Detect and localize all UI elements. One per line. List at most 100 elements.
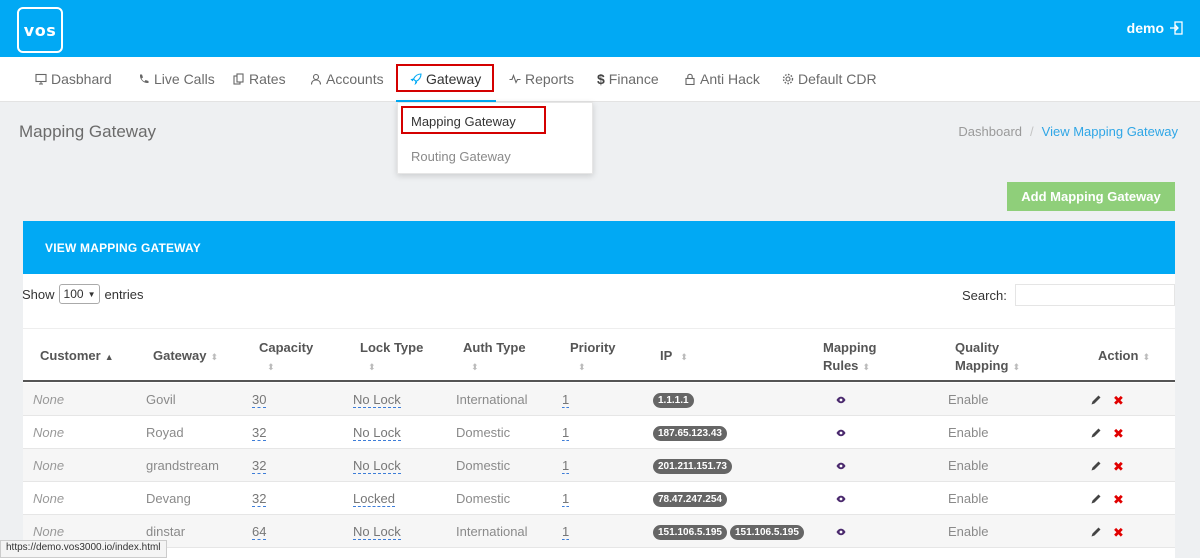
col-priority[interactable]: Priority ⬍ bbox=[570, 339, 616, 376]
cell-auth-type: Domestic bbox=[456, 458, 511, 473]
col-label: Action bbox=[1098, 348, 1139, 363]
col-label: Priority bbox=[570, 340, 616, 355]
search-label: Search: bbox=[962, 288, 1007, 303]
cell-customer: None bbox=[33, 458, 65, 473]
ip-badge: 78.47.247.254 bbox=[653, 492, 727, 507]
user-menu[interactable]: demo bbox=[1127, 20, 1183, 36]
nav-item-anti-hack[interactable]: Anti Hack bbox=[684, 71, 760, 87]
col-quality-mapping[interactable]: Quality Mapping ⬍ bbox=[955, 339, 1020, 376]
sort-asc-icon: ▲ bbox=[104, 352, 114, 362]
col-ip[interactable]: IP ⬍ bbox=[660, 347, 688, 366]
col-mapping-rules[interactable]: Mapping Rules ⬍ bbox=[823, 339, 876, 376]
cell-ip: 151.106.5.195 151.106.5.195 bbox=[653, 523, 807, 540]
edit-icon[interactable] bbox=[1090, 394, 1102, 406]
nav-item-dashboard[interactable]: Dasbhard bbox=[35, 71, 112, 87]
cell-lock-type[interactable]: No Lock bbox=[353, 392, 401, 408]
sort-icon: ⬍ bbox=[680, 352, 688, 362]
col-gateway[interactable]: Gateway ⬍ bbox=[153, 347, 218, 366]
col-label: Mapping bbox=[955, 358, 1009, 373]
nav-item-finance[interactable]: $ Finance bbox=[597, 71, 659, 87]
nav-item-label: Finance bbox=[608, 71, 659, 87]
nav-item-accounts[interactable]: Accounts bbox=[310, 71, 384, 87]
sort-icon: ⬍ bbox=[210, 352, 219, 362]
cell-gateway: Royad bbox=[146, 425, 184, 440]
delete-icon[interactable]: ✖ bbox=[1113, 525, 1124, 541]
nav-item-live-calls[interactable]: Live Calls bbox=[138, 71, 215, 87]
col-label: Lock Type bbox=[360, 340, 424, 355]
cell-capacity[interactable]: 64 bbox=[252, 524, 267, 540]
ip-badge: 151.106.5.195 bbox=[653, 525, 727, 540]
logout-icon[interactable] bbox=[1169, 21, 1183, 35]
cell-gateway: Devang bbox=[146, 491, 191, 506]
cell-lock-type[interactable]: No Lock bbox=[353, 524, 401, 540]
cell-lock-type[interactable]: Locked bbox=[353, 491, 395, 507]
delete-icon[interactable]: ✖ bbox=[1113, 492, 1124, 508]
cell-priority[interactable]: 1 bbox=[562, 524, 570, 540]
cell-auth-type: Domestic bbox=[456, 491, 511, 506]
cell-customer: None bbox=[33, 425, 65, 440]
eye-icon[interactable] bbox=[836, 461, 846, 471]
edit-icon[interactable] bbox=[1090, 460, 1102, 472]
col-auth-type[interactable]: Auth Type ⬍ bbox=[463, 339, 526, 376]
cell-capacity[interactable]: 30 bbox=[252, 392, 267, 408]
nav-item-default-cdr[interactable]: Default CDR bbox=[782, 71, 877, 87]
cell-quality-mapping: Enable bbox=[948, 392, 989, 407]
col-label: IP bbox=[660, 348, 673, 363]
nav-item-label: Default CDR bbox=[798, 71, 877, 87]
breadcrumb-home[interactable]: Dashboard bbox=[958, 124, 1022, 139]
app-logo[interactable]: vos bbox=[17, 7, 63, 53]
cell-ip: 187.65.123.43 bbox=[653, 424, 730, 441]
cell-lock-type[interactable]: No Lock bbox=[353, 458, 401, 474]
delete-icon[interactable]: ✖ bbox=[1113, 426, 1124, 442]
delete-icon[interactable]: ✖ bbox=[1113, 459, 1124, 475]
nav-item-label: Anti Hack bbox=[700, 71, 760, 87]
cell-capacity[interactable]: 32 bbox=[252, 425, 267, 441]
cell-auth-type: International bbox=[456, 392, 528, 407]
eye-icon[interactable] bbox=[836, 395, 846, 405]
eye-icon[interactable] bbox=[836, 494, 846, 504]
card-title: VIEW MAPPING GATEWAY bbox=[45, 241, 202, 255]
card-header: VIEW MAPPING GATEWAY bbox=[23, 221, 1175, 274]
cell-lock-type[interactable]: No Lock bbox=[353, 425, 401, 441]
pulse-icon bbox=[509, 73, 521, 84]
sort-icon: ⬍ bbox=[862, 362, 870, 372]
cell-capacity[interactable]: 32 bbox=[252, 491, 267, 507]
nav-item-label: Rates bbox=[249, 71, 286, 87]
cell-priority[interactable]: 1 bbox=[562, 425, 570, 441]
monitor-icon bbox=[35, 73, 47, 85]
sort-icon: ⬍ bbox=[368, 362, 376, 372]
search-input[interactable] bbox=[1015, 284, 1175, 306]
cell-ip: 201.211.151.73 bbox=[653, 457, 735, 474]
edit-icon[interactable] bbox=[1090, 427, 1102, 439]
table-row: None Royad 32 No Lock Domestic 1 187.65.… bbox=[23, 416, 1175, 449]
table-row: None dinstar 64 No Lock International 1 … bbox=[23, 515, 1175, 548]
nav-item-reports[interactable]: Reports bbox=[509, 71, 574, 87]
edit-icon[interactable] bbox=[1090, 526, 1102, 538]
eye-icon[interactable] bbox=[836, 527, 846, 537]
col-label: Capacity bbox=[259, 340, 314, 355]
col-action[interactable]: Action ⬍ bbox=[1098, 347, 1150, 366]
gear-icon bbox=[782, 73, 794, 85]
entries-select[interactable]: 100 ▼ bbox=[58, 284, 101, 304]
cell-capacity[interactable]: 32 bbox=[252, 458, 267, 474]
col-capacity[interactable]: Capacity ⬍ bbox=[259, 339, 313, 376]
cell-priority[interactable]: 1 bbox=[562, 458, 570, 474]
top-bar: vos demo bbox=[0, 0, 1200, 57]
breadcrumb-separator: / bbox=[1030, 124, 1034, 139]
cell-gateway: grandstream bbox=[146, 458, 219, 473]
col-customer[interactable]: Customer ▲ bbox=[40, 347, 114, 366]
eye-icon[interactable] bbox=[836, 428, 846, 438]
nav-item-rates[interactable]: Rates bbox=[233, 71, 286, 87]
col-lock-type[interactable]: Lock Type ⬍ bbox=[360, 339, 423, 376]
dropdown-item-routing-gateway[interactable]: Routing Gateway bbox=[411, 149, 511, 164]
table-row: None grandstream 32 No Lock Domestic 1 2… bbox=[23, 449, 1175, 482]
col-label: Quality bbox=[955, 340, 1000, 355]
add-mapping-gateway-button[interactable]: Add Mapping Gateway bbox=[1007, 182, 1175, 211]
delete-icon[interactable]: ✖ bbox=[1113, 393, 1124, 409]
edit-icon[interactable] bbox=[1090, 493, 1102, 505]
sort-icon: ⬍ bbox=[267, 362, 275, 372]
page-title: Mapping Gateway bbox=[19, 122, 157, 141]
cell-quality-mapping: Enable bbox=[948, 425, 989, 440]
cell-priority[interactable]: 1 bbox=[562, 491, 570, 507]
cell-priority[interactable]: 1 bbox=[562, 392, 570, 408]
